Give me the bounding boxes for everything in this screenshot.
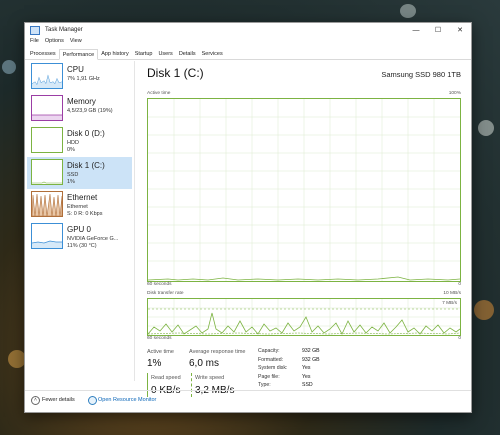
active-time-axis-right: 0	[458, 282, 461, 287]
sidebar-item-disk-0[interactable]: Disk 0 (D:) HDD 0%	[27, 125, 132, 157]
sidebar-item-label: CPU	[67, 65, 84, 74]
active-time-axis-left: 60 seconds	[147, 282, 172, 287]
property-key: System disk:	[258, 365, 288, 371]
menu-options[interactable]: Options	[45, 38, 64, 47]
tab-details[interactable]: Details	[176, 49, 199, 59]
pane-divider[interactable]	[134, 61, 135, 381]
tab-users[interactable]: Users	[155, 49, 175, 59]
tab-app-history[interactable]: App history	[98, 49, 132, 59]
read-speed-label: Read speed	[151, 375, 181, 381]
sidebar-item-ethernet[interactable]: Ethernet Ethernet S: 0 R: 0 Kbps	[27, 189, 132, 221]
sidebar-item-detail: 4,5/23,9 GB (19%)	[67, 108, 113, 114]
disk-properties-values: 932 GB 932 GB Yes Yes SSD	[302, 347, 320, 390]
sidebar-item-label: Disk 1 (C:)	[67, 161, 105, 170]
resource-sidebar: CPU 7% 1,91 GHz Memory 4,5/23,9 GB (19%)…	[27, 61, 132, 401]
disk1-thumbnail-graph	[31, 159, 63, 185]
active-time-chart-label: Active time	[147, 91, 171, 96]
property-key: Capacity:	[258, 348, 280, 354]
sidebar-item-usage: 11% (30 °C)	[67, 242, 97, 249]
property-value: Yes	[302, 373, 311, 380]
disk0-thumbnail-graph	[31, 127, 63, 153]
transfer-axis-right: 0	[458, 336, 461, 341]
open-resource-monitor-link[interactable]: Open Resource Monitor	[98, 397, 156, 403]
sidebar-item-label: GPU 0	[67, 225, 92, 234]
footer-bar: ˄ Fewer details Open Resource Monitor	[25, 390, 471, 407]
write-speed-label: Write speed	[195, 375, 225, 381]
task-manager-window: Task Manager — ☐ ✕ File Options View Pro…	[24, 22, 472, 413]
property-value: 932 GB	[302, 356, 320, 363]
sidebar-item-usage: 0%	[67, 146, 75, 153]
property-key: Type:	[258, 382, 271, 388]
background-light	[474, 300, 494, 320]
sidebar-item-label: Memory	[67, 97, 96, 106]
resource-monitor-icon	[88, 396, 97, 405]
menu-file[interactable]: File	[30, 38, 39, 47]
transfer-chart-max: 10 MB/s	[443, 291, 461, 296]
device-model: Samsung SSD 980 1TB	[381, 70, 461, 79]
close-button[interactable]: ✕	[449, 23, 471, 37]
window-title: Task Manager	[45, 27, 83, 33]
background-light	[400, 4, 416, 18]
sidebar-item-label: Disk 0 (D:)	[67, 129, 105, 138]
menu-bar: File Options View	[25, 38, 82, 47]
sidebar-item-usage: S: 0 R: 0 Kbps	[67, 210, 103, 217]
sidebar-item-cpu[interactable]: CPU 7% 1,91 GHz	[27, 61, 132, 93]
response-time-stat-label: Average response time	[189, 349, 246, 355]
tab-startup[interactable]: Startup	[132, 49, 156, 59]
property-value: SSD	[302, 382, 313, 388]
transfer-axis-left: 60 seconds	[147, 336, 172, 341]
disk-detail-panel: Disk 1 (C:) Samsung SSD 980 1TB Active t…	[145, 61, 465, 397]
sidebar-item-gpu-0[interactable]: GPU 0 NVIDIA GeForce G... 11% (30 °C)	[27, 221, 132, 253]
minimize-button[interactable]: —	[405, 23, 427, 37]
maximize-button[interactable]: ☐	[427, 23, 449, 37]
background-light	[2, 60, 16, 74]
sidebar-item-detail: 7% 1,91 GHz	[67, 76, 100, 82]
ethernet-thumbnail-graph	[31, 191, 63, 217]
transfer-chart-label: Disk transfer rate	[147, 291, 184, 296]
task-manager-icon	[30, 25, 40, 35]
sidebar-item-label: Ethernet	[67, 193, 98, 202]
active-time-stat-label: Active time	[147, 349, 174, 355]
response-time-stat-value: 6,0 ms	[189, 358, 220, 369]
active-time-graph	[147, 98, 461, 282]
chevron-up-icon[interactable]: ˄	[31, 396, 40, 405]
cpu-thumbnail-graph	[31, 63, 63, 89]
transfer-chart-scale: 7 MB/s	[442, 301, 457, 306]
property-value: Yes	[302, 365, 311, 371]
tab-performance[interactable]: Performance	[58, 49, 99, 60]
tab-strip: Processes Performance App history Startu…	[25, 49, 471, 60]
active-time-stat-value: 1%	[147, 358, 162, 369]
sidebar-item-usage: 1%	[67, 178, 75, 185]
sidebar-item-memory[interactable]: Memory 4,5/23,9 GB (19%)	[27, 93, 132, 125]
disk-properties-keys: Capacity: Formatted: System disk: Page f…	[258, 347, 287, 390]
tab-services[interactable]: Services	[199, 49, 226, 59]
property-value: 932 GB	[302, 348, 320, 354]
memory-thumbnail-graph	[31, 95, 63, 121]
gpu-thumbnail-graph	[31, 223, 63, 249]
sidebar-item-disk-1[interactable]: Disk 1 (C:) SSD 1%	[27, 157, 132, 189]
active-time-chart-max: 100%	[448, 91, 461, 96]
title-bar[interactable]: Task Manager — ☐ ✕	[25, 23, 471, 37]
tab-processes[interactable]: Processes	[27, 49, 59, 59]
fewer-details-button[interactable]: Fewer details	[42, 397, 75, 403]
page-title: Disk 1 (C:)	[147, 66, 204, 80]
property-key: Page file:	[258, 373, 280, 380]
background-light	[478, 120, 494, 136]
menu-view[interactable]: View	[70, 38, 82, 47]
transfer-rate-graph: 7 MB/s	[147, 298, 461, 336]
property-key: Formatted:	[258, 356, 284, 363]
